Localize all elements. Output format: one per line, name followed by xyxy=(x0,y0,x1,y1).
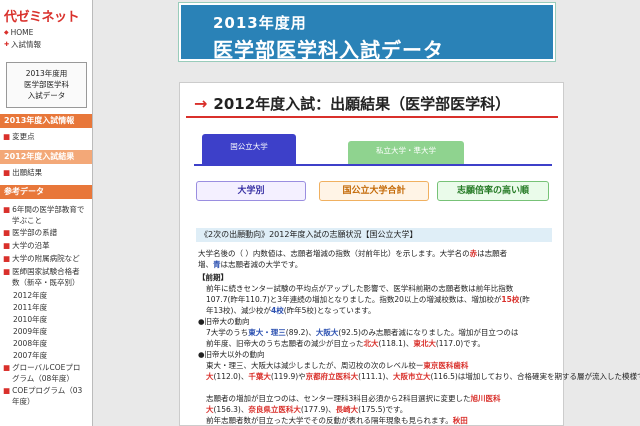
sidebar-box-line: 入試データ xyxy=(27,91,66,100)
title-underline xyxy=(186,116,558,118)
exam-info-link-label: 入試情報 xyxy=(11,40,42,49)
sidebar-item-label: 6年間の医学部教育で xyxy=(12,205,85,214)
sidebar-year-link[interactable]: 2007年度 xyxy=(13,350,47,361)
sidebar-box-line: 2013年度用 xyxy=(25,69,68,78)
sidebar-item-enkaku[interactable]: ■ 大学の沿革 xyxy=(3,241,90,252)
paragraph-line: 前年志願者数が目立った大学でその反動が表れる隔年現象も見られます。秋田 xyxy=(206,416,468,425)
sidebar-item-label: グローバルCOEプロ xyxy=(12,363,81,372)
bullet-icon: ■ xyxy=(3,386,11,395)
bullet-icon: ■ xyxy=(3,205,11,214)
sidebar-item-label: 変更点 xyxy=(12,132,35,141)
sidebar-item-byoin[interactable]: ■ 大学の附属病院など xyxy=(3,254,90,265)
sidebar-item-label: 数（新卒・既卒別） xyxy=(12,277,80,287)
zenki-heading: 【前期】 xyxy=(198,273,228,282)
subtab-total[interactable]: 国公立大学合計 xyxy=(319,181,429,201)
sidebar-item-label: 医学部の系譜 xyxy=(12,228,58,237)
sidebar-year-link[interactable]: 2009年度 xyxy=(13,326,47,337)
bullet-icon: ■ xyxy=(3,254,11,263)
paragraph-line: 大(156.3)、奈良県立医科大(177.9)、長崎大(175.5)です。 xyxy=(206,405,408,414)
bullet-icon: ■ xyxy=(3,168,11,177)
sidebar-item-label: 大学の附属病院など xyxy=(12,254,80,263)
sidebar-item-label: 大学の沿革 xyxy=(12,241,50,250)
paragraph-line: 前年度、旧帝大のうち志願者の減少が目立った北大(118.1)、東北大(117.0… xyxy=(206,339,485,348)
page-title-text: 2012年度入試：出願結果（医学部医学科） xyxy=(213,95,511,113)
page-title: → 2012年度入試：出願結果（医学部医学科） xyxy=(194,93,510,114)
sidebar-section-2012[interactable]: 2012年度入試結果 xyxy=(0,150,92,164)
sidebar: 代ゼミネット ◆ HOME ✚ 入試情報 2013年度用 医学部医学科 入試デー… xyxy=(0,0,93,426)
sidebar-item-label: 出願結果 xyxy=(12,168,43,177)
subtab-by-university[interactable]: 大学別 xyxy=(196,181,306,201)
sidebar-section-2013[interactable]: 2013年度入試情報 xyxy=(0,114,92,128)
bullet-icon: ■ xyxy=(3,132,11,141)
paragraph-line: 大(112.0)、千葉大(119.9)や京都府立医科大(111.1)、大阪市立大… xyxy=(206,372,640,381)
sidebar-year-link[interactable]: 2008年度 xyxy=(13,338,47,349)
sidebar-item-label: 年度） xyxy=(12,396,35,406)
plus-icon: ✚ xyxy=(4,41,10,48)
bullet-icon: ■ xyxy=(3,267,11,276)
subtab-ratio-order[interactable]: 志願倍率の高い順 xyxy=(437,181,549,201)
sidebar-item-coe[interactable]: ■ COEプログラム（03 年度） xyxy=(3,386,90,407)
sidebar-year-link[interactable]: 2012年度 xyxy=(13,290,47,301)
paragraph-line: 東大・理三、大阪大は減少しましたが、周辺校の次のレベル校ー東京医科歯科 xyxy=(206,361,469,370)
intro-line-1: 大学名後の（ ）内数値は、志願者増減の指数（対前年比）を示します。大学名の赤は志… xyxy=(198,249,508,258)
header-banner: 2013年度用 医学部医学科入試データ xyxy=(179,3,555,62)
home-link-label: HOME xyxy=(10,28,34,37)
section-heading: 《2次の出願動向》2012年度入試の志願状況【国公立大学】 xyxy=(196,228,552,242)
tab-kokkoritsu[interactable]: 国公立大学 xyxy=(202,134,296,164)
sidebar-year-link[interactable]: 2010年度 xyxy=(13,314,47,325)
igai-heading: ●旧帝大以外の動向 xyxy=(198,350,265,359)
paragraph-line: 前年に続きセンター試験の平均点がアップした影響で、医学科前期の志願者数は前年比指… xyxy=(206,284,514,293)
sidebar-item-henko[interactable]: ■ 変更点 xyxy=(3,132,90,143)
sidebar-item-gcoe[interactable]: ■ グローバルCOEプロ グラム（08年度） xyxy=(3,363,90,384)
sidebar-title-box: 2013年度用 医学部医学科 入試データ xyxy=(6,62,87,108)
sidebar-year-link[interactable]: 2011年度 xyxy=(13,302,47,313)
banner-year: 2013年度用 xyxy=(213,14,307,32)
home-link[interactable]: ◆ HOME xyxy=(4,28,33,37)
paragraph-line: 7大学のうち東大・理三(89.2)、大阪大(92.5)のみ志願者減になりました。… xyxy=(206,328,519,337)
paragraph-line: 年13校)、減少校が4校(昨年5校)となっています。 xyxy=(206,306,376,315)
sidebar-item-shutsugan[interactable]: ■ 出願結果 xyxy=(3,168,90,179)
banner-title: 医学部医学科入試データ xyxy=(213,38,444,62)
tab-divider xyxy=(194,164,552,166)
site-logo[interactable]: 代ゼミネット xyxy=(4,6,80,25)
sidebar-item-label: 医師国家試験合格者 xyxy=(12,267,80,276)
bullet-icon: ■ xyxy=(3,363,11,372)
intro-line-2: 増、青は志願者減の大学です。 xyxy=(198,260,303,269)
bullet-icon: ■ xyxy=(3,241,11,250)
paragraph-line: 志願者の増加が目立つのは、センター理科3科目必須から2科目選択に変更した旭川医科 xyxy=(206,394,501,403)
home-icon: ◆ xyxy=(4,29,9,36)
sidebar-item-keifu[interactable]: ■ 医学部の系譜 xyxy=(3,228,90,239)
sidebar-item-label: グラム（08年度） xyxy=(12,373,74,383)
tab-shiritsu[interactable]: 私立大学・準大学 xyxy=(348,141,464,164)
sidebar-item-kokushi[interactable]: ■ 医師国家試験合格者 数（新卒・既卒別） xyxy=(3,267,90,288)
sidebar-item-kyoiku[interactable]: ■ 6年間の医学部教育で 学ぶこと xyxy=(3,205,90,226)
bullet-icon: ■ xyxy=(3,228,11,237)
sidebar-box-line: 医学部医学科 xyxy=(24,80,69,89)
kyutei-heading: ●旧帝大の動向 xyxy=(198,317,250,326)
paragraph-line: 107.7(昨年110.7)と3年連続の増加となりました。指数20以上の増減校数… xyxy=(206,295,530,304)
main-content: 2013年度用 医学部医学科入試データ → 2012年度入試：出願結果（医学部医… xyxy=(93,0,640,426)
arrow-right-icon: → xyxy=(194,94,208,113)
content-panel: → 2012年度入試：出願結果（医学部医学科） 国公立大学 私立大学・準大学 大… xyxy=(179,82,640,426)
exam-info-link[interactable]: ✚ 入試情報 xyxy=(4,39,41,50)
sidebar-section-reference[interactable]: 参考データ xyxy=(0,185,92,199)
sidebar-item-label: COEプログラム（03 xyxy=(12,386,83,395)
sidebar-item-label: 学ぶこと xyxy=(12,215,42,225)
